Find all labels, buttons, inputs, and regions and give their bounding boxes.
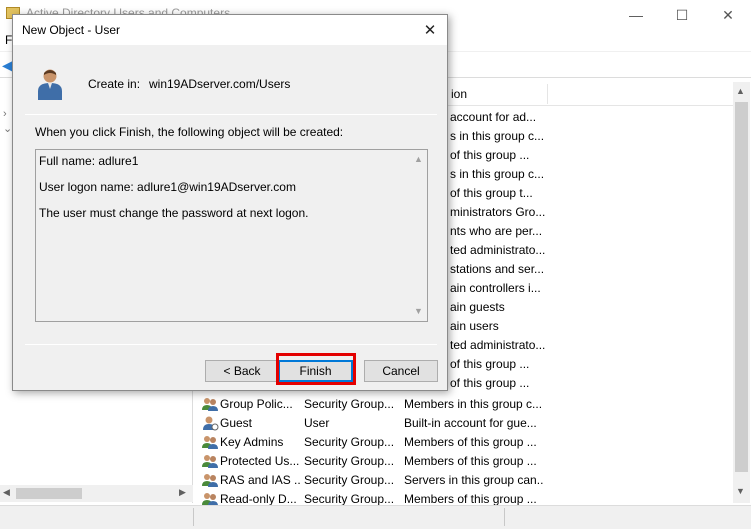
hscroll-thumb[interactable] <box>16 488 82 499</box>
dialog-title: New Object - User <box>22 23 121 37</box>
close-icon[interactable]: ✕ <box>705 0 751 30</box>
create-in-path: win19ADserver.com/Users <box>149 77 291 91</box>
summary-scrollbar[interactable]: ▲ ▼ <box>410 150 427 321</box>
minimize-icon[interactable]: — <box>613 0 659 30</box>
cancel-button[interactable]: Cancel <box>364 360 438 382</box>
row-type: Security Group... <box>304 454 395 468</box>
back-button[interactable]: < Back <box>205 360 279 382</box>
row-type: User <box>304 416 330 430</box>
list-row-description: ain controllers i... <box>450 281 541 295</box>
row-name: RAS and IAS ... <box>220 473 300 487</box>
row-description: Members of this group ... <box>404 454 537 468</box>
group-icon <box>202 474 218 487</box>
scroll-up-icon[interactable]: ▲ <box>736 86 745 96</box>
status-divider <box>504 508 505 526</box>
list-row-description: ain users <box>450 319 499 333</box>
column-description[interactable]: ion <box>451 87 467 101</box>
list-row-description: nts who are per... <box>450 224 543 238</box>
status-divider <box>193 508 194 526</box>
list-vertical-scrollbar[interactable]: ▲ ▼ <box>733 82 750 503</box>
row-name: Read-only D... <box>220 492 297 506</box>
table-row[interactable]: Protected Us... Security Group... Members … <box>196 452 733 471</box>
list-row-description: stations and ser... <box>450 262 545 276</box>
dialog-titlebar: New Object - User ✕ <box>13 15 447 45</box>
separator <box>25 114 437 115</box>
summary-textbox[interactable]: Full name: adlure1 User logon name: adlu… <box>35 149 428 322</box>
row-type: Security Group... <box>304 492 395 506</box>
tree-horizontal-scrollbar[interactable]: ◀ ▶ <box>0 485 193 502</box>
scroll-left-icon[interactable]: ◀ <box>3 487 10 498</box>
row-name: Key Admins <box>220 435 284 449</box>
summary-scroll-up-icon[interactable]: ▲ <box>414 154 423 164</box>
maximize-icon[interactable]: ☐ <box>659 0 705 30</box>
group-icon <box>202 398 218 411</box>
row-description: Members of this group ... <box>404 492 537 506</box>
create-in-label: Create in: <box>88 77 141 91</box>
row-description: Servers in this group can... <box>404 473 544 487</box>
list-row-description: of this group t... <box>450 186 533 200</box>
table-row[interactable]: RAS and IAS ... Security Group... Servers … <box>196 471 733 490</box>
table-row[interactable]: Key Admins Security Group... Members of th… <box>196 433 733 452</box>
table-row[interactable]: Guest User Built-in account for gue... <box>196 414 733 433</box>
column-divider[interactable] <box>547 84 548 104</box>
list-row-description: of this group ... <box>450 357 530 371</box>
list-row-description: s in this group c... <box>450 167 545 181</box>
separator <box>25 344 437 345</box>
list-row-description: ministrators Gro... <box>450 205 546 219</box>
list-row-description: ain guests <box>450 300 505 314</box>
scroll-right-icon[interactable]: ▶ <box>179 487 186 498</box>
dialog-close-icon[interactable]: ✕ <box>413 15 447 45</box>
summary-full-name: Full name: adlure1 <box>39 154 139 168</box>
row-description: Members in this group c... <box>404 397 543 411</box>
row-name: Guest <box>220 416 253 430</box>
group-icon <box>202 436 218 449</box>
list-row-description: of this group ... <box>450 148 530 162</box>
summary-scroll-down-icon[interactable]: ▼ <box>414 306 423 316</box>
summary-password-policy: The user must change the password at nex… <box>39 206 309 220</box>
intro-text: When you click Finish, the following obj… <box>35 125 344 139</box>
scroll-down-icon[interactable]: ▼ <box>736 486 745 496</box>
user-icon <box>38 69 62 100</box>
user-icon <box>203 416 219 431</box>
summary-logon-name: User logon name: adlure1@win19ADserver.c… <box>39 180 296 194</box>
row-type: Security Group... <box>304 397 395 411</box>
row-description: Built-in account for gue... <box>404 416 537 430</box>
status-bar <box>0 505 751 529</box>
row-type: Security Group... <box>304 473 395 487</box>
row-description: Members of this group ... <box>404 435 537 449</box>
row-name: Protected Us... <box>220 454 300 468</box>
new-object-user-dialog: New Object - User ✕ Create in: win19ADse… <box>12 14 448 391</box>
group-icon <box>202 455 218 468</box>
scroll-thumb[interactable] <box>735 102 748 472</box>
list-row-description: ted administrato... <box>450 243 546 257</box>
list-row-description: s in this group c... <box>450 129 545 143</box>
list-row-description: ted administrato... <box>450 338 546 352</box>
tree-collapse-icon[interactable]: ⌄ <box>3 122 12 135</box>
finish-highlight-box <box>276 353 356 385</box>
table-row[interactable]: Group Polic... Security Group... Members i… <box>196 395 733 414</box>
list-row-description: account for ad... <box>450 110 537 124</box>
row-name: Group Polic... <box>220 397 293 411</box>
row-type: Security Group... <box>304 435 395 449</box>
tree-expand-icon[interactable]: › <box>3 108 7 120</box>
list-row-description: of this group ... <box>450 376 530 390</box>
